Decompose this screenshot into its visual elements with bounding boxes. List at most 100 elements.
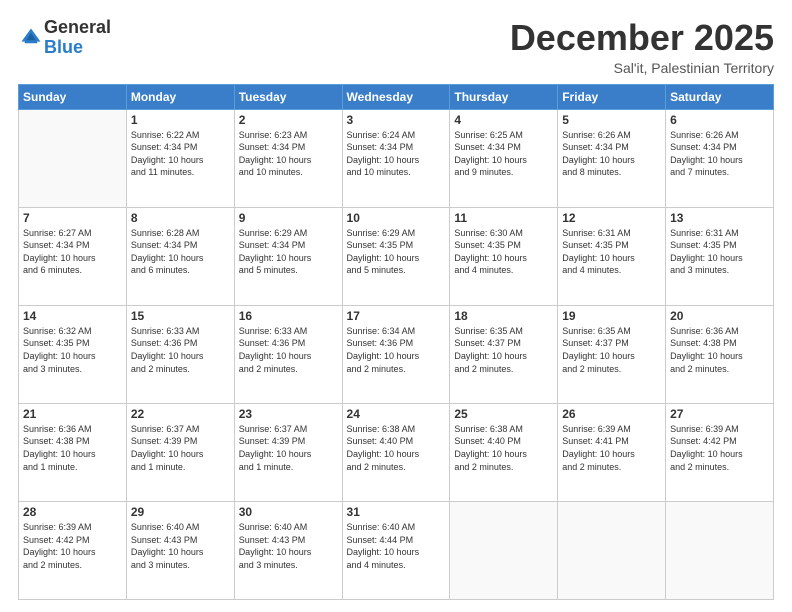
page: General Blue December 2025 Sal'it, Pales… (0, 0, 792, 612)
day-number: 2 (239, 113, 338, 127)
day-number: 18 (454, 309, 553, 323)
table-row: 31 Sunrise: 6:40 AMSunset: 4:44 PMDayligh… (342, 501, 450, 599)
day-info: Sunrise: 6:33 AMSunset: 4:36 PMDaylight:… (131, 325, 230, 375)
table-row (666, 501, 774, 599)
day-info: Sunrise: 6:31 AMSunset: 4:35 PMDaylight:… (670, 227, 769, 277)
col-saturday: Saturday (666, 84, 774, 109)
table-row: 19 Sunrise: 6:35 AMSunset: 4:37 PMDayligh… (558, 305, 666, 403)
day-info: Sunrise: 6:29 AMSunset: 4:34 PMDaylight:… (239, 227, 338, 277)
calendar-week-row: 14 Sunrise: 6:32 AMSunset: 4:35 PMDayligh… (19, 305, 774, 403)
day-number: 19 (562, 309, 661, 323)
day-info: Sunrise: 6:35 AMSunset: 4:37 PMDaylight:… (562, 325, 661, 375)
day-info: Sunrise: 6:36 AMSunset: 4:38 PMDaylight:… (670, 325, 769, 375)
calendar-header-row: Sunday Monday Tuesday Wednesday Thursday… (19, 84, 774, 109)
day-info: Sunrise: 6:24 AMSunset: 4:34 PMDaylight:… (347, 129, 446, 179)
day-info: Sunrise: 6:40 AMSunset: 4:43 PMDaylight:… (239, 521, 338, 571)
day-info: Sunrise: 6:26 AMSunset: 4:34 PMDaylight:… (670, 129, 769, 179)
day-number: 31 (347, 505, 446, 519)
table-row: 25 Sunrise: 6:38 AMSunset: 4:40 PMDayligh… (450, 403, 558, 501)
table-row: 22 Sunrise: 6:37 AMSunset: 4:39 PMDayligh… (126, 403, 234, 501)
title-block: December 2025 Sal'it, Palestinian Territ… (510, 18, 774, 76)
day-info: Sunrise: 6:40 AMSunset: 4:43 PMDaylight:… (131, 521, 230, 571)
calendar-week-row: 28Sunrise: 6:39 AMSunset: 4:42 PMDayligh… (19, 501, 774, 599)
table-row: 10 Sunrise: 6:29 AMSunset: 4:35 PMDayligh… (342, 207, 450, 305)
day-number: 14 (23, 309, 122, 323)
col-sunday: Sunday (19, 84, 127, 109)
day-number: 26 (562, 407, 661, 421)
table-row (558, 501, 666, 599)
table-row: 21 Sunrise: 6:36 AMSunset: 4:38 PMDayligh… (19, 403, 127, 501)
day-number: 21 (23, 407, 122, 421)
table-row: 29Sunrise: 6:40 AMSunset: 4:43 PMDayligh… (126, 501, 234, 599)
table-row: 2Sunrise: 6:23 AMSunset: 4:34 PMDaylight… (234, 109, 342, 207)
table-row: 17Sunrise: 6:34 AMSunset: 4:36 PMDayligh… (342, 305, 450, 403)
day-number: 9 (239, 211, 338, 225)
table-row (19, 109, 127, 207)
day-info: Sunrise: 6:39 AMSunset: 4:42 PMDaylight:… (670, 423, 769, 473)
day-info: Sunrise: 6:31 AMSunset: 4:35 PMDaylight:… (562, 227, 661, 277)
table-row: 7Sunrise: 6:27 AMSunset: 4:34 PMDaylight… (19, 207, 127, 305)
day-number: 7 (23, 211, 122, 225)
month-title: December 2025 (510, 18, 774, 58)
day-info: Sunrise: 6:36 AMSunset: 4:38 PMDaylight:… (23, 423, 122, 473)
day-number: 13 (670, 211, 769, 225)
day-info: Sunrise: 6:29 AMSunset: 4:35 PMDaylight:… (347, 227, 446, 277)
day-number: 3 (347, 113, 446, 127)
day-info: Sunrise: 6:32 AMSunset: 4:35 PMDaylight:… (23, 325, 122, 375)
table-row: 23Sunrise: 6:37 AMSunset: 4:39 PMDayligh… (234, 403, 342, 501)
day-number: 6 (670, 113, 769, 127)
day-number: 12 (562, 211, 661, 225)
day-number: 22 (131, 407, 230, 421)
calendar-week-row: 7Sunrise: 6:27 AMSunset: 4:34 PMDaylight… (19, 207, 774, 305)
table-row: 30 Sunrise: 6:40 AMSunset: 4:43 PMDayligh… (234, 501, 342, 599)
logo-icon (20, 27, 42, 49)
table-row: 11Sunrise: 6:30 AMSunset: 4:35 PMDayligh… (450, 207, 558, 305)
table-row: 13 Sunrise: 6:31 AMSunset: 4:35 PMDayligh… (666, 207, 774, 305)
table-row: 15 Sunrise: 6:33 AMSunset: 4:36 PMDayligh… (126, 305, 234, 403)
table-row: 8 Sunrise: 6:28 AMSunset: 4:34 PMDaylight… (126, 207, 234, 305)
table-row: 9 Sunrise: 6:29 AMSunset: 4:34 PMDaylight… (234, 207, 342, 305)
day-number: 10 (347, 211, 446, 225)
day-number: 25 (454, 407, 553, 421)
col-monday: Monday (126, 84, 234, 109)
day-info: Sunrise: 6:39 AMSunset: 4:41 PMDaylight:… (562, 423, 661, 473)
day-info: Sunrise: 6:38 AMSunset: 4:40 PMDaylight:… (454, 423, 553, 473)
calendar-week-row: 21 Sunrise: 6:36 AMSunset: 4:38 PMDayligh… (19, 403, 774, 501)
day-number: 28 (23, 505, 122, 519)
logo-text: General Blue (44, 18, 111, 58)
table-row: 18 Sunrise: 6:35 AMSunset: 4:37 PMDayligh… (450, 305, 558, 403)
calendar-week-row: 1 Sunrise: 6:22 AMSunset: 4:34 PMDaylight… (19, 109, 774, 207)
day-number: 20 (670, 309, 769, 323)
day-info: Sunrise: 6:26 AMSunset: 4:34 PMDaylight:… (562, 129, 661, 179)
day-number: 11 (454, 211, 553, 225)
table-row: 12 Sunrise: 6:31 AMSunset: 4:35 PMDayligh… (558, 207, 666, 305)
day-number: 23 (239, 407, 338, 421)
logo: General Blue (18, 18, 111, 58)
day-number: 16 (239, 309, 338, 323)
day-number: 1 (131, 113, 230, 127)
day-info: Sunrise: 6:22 AMSunset: 4:34 PMDaylight:… (131, 129, 230, 179)
day-number: 30 (239, 505, 338, 519)
table-row: 1 Sunrise: 6:22 AMSunset: 4:34 PMDaylight… (126, 109, 234, 207)
table-row: 6 Sunrise: 6:26 AMSunset: 4:34 PMDaylight… (666, 109, 774, 207)
day-info: Sunrise: 6:38 AMSunset: 4:40 PMDaylight:… (347, 423, 446, 473)
day-info: Sunrise: 6:35 AMSunset: 4:37 PMDaylight:… (454, 325, 553, 375)
day-number: 24 (347, 407, 446, 421)
col-tuesday: Tuesday (234, 84, 342, 109)
day-info: Sunrise: 6:37 AMSunset: 4:39 PMDaylight:… (131, 423, 230, 473)
col-wednesday: Wednesday (342, 84, 450, 109)
day-info: Sunrise: 6:40 AMSunset: 4:44 PMDaylight:… (347, 521, 446, 571)
col-thursday: Thursday (450, 84, 558, 109)
location-subtitle: Sal'it, Palestinian Territory (510, 60, 774, 76)
header: General Blue December 2025 Sal'it, Pales… (18, 18, 774, 76)
day-info: Sunrise: 6:28 AMSunset: 4:34 PMDaylight:… (131, 227, 230, 277)
col-friday: Friday (558, 84, 666, 109)
day-number: 4 (454, 113, 553, 127)
day-info: Sunrise: 6:33 AMSunset: 4:36 PMDaylight:… (239, 325, 338, 375)
day-number: 15 (131, 309, 230, 323)
table-row: 20 Sunrise: 6:36 AMSunset: 4:38 PMDayligh… (666, 305, 774, 403)
day-number: 8 (131, 211, 230, 225)
calendar-table: Sunday Monday Tuesday Wednesday Thursday… (18, 84, 774, 600)
table-row: 4Sunrise: 6:25 AMSunset: 4:34 PMDaylight… (450, 109, 558, 207)
table-row: 3 Sunrise: 6:24 AMSunset: 4:34 PMDaylight… (342, 109, 450, 207)
